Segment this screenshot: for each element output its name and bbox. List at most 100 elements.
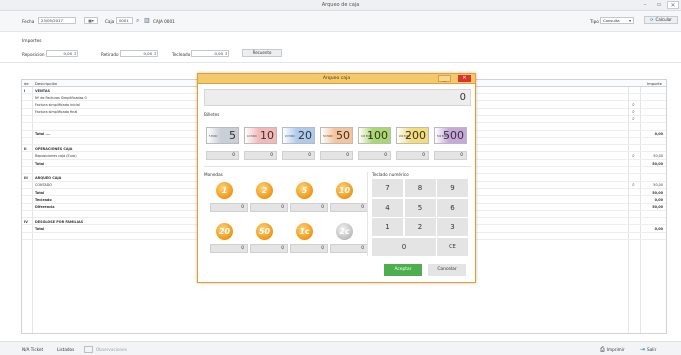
bill-50-button[interactable]: 50 EURO 50 <box>320 127 353 144</box>
bill-10-button[interactable]: 10 EURO 10 <box>244 127 277 144</box>
bill-count-field[interactable]: 0 <box>282 151 315 160</box>
coin-count-field[interactable]: 0 <box>330 203 368 212</box>
tipo-select[interactable]: Consulta ▾ <box>600 17 634 24</box>
calendar-dropdown[interactable]: ▦▾ <box>84 17 98 24</box>
key-7-button[interactable]: 7 <box>372 179 403 197</box>
bill-caption: 50 EURO <box>323 135 333 138</box>
coin-1-button[interactable]: 1 <box>216 182 233 199</box>
row-description: Tecleado <box>35 198 52 202</box>
key-1-button[interactable]: 1 <box>372 218 403 236</box>
bill-count-field[interactable]: 0 <box>434 151 467 160</box>
row-description: Factura simplificada inicial <box>35 103 80 108</box>
bill-count-field[interactable]: 0 <box>320 151 353 160</box>
row-description: Total <box>35 227 45 232</box>
close-icon[interactable]: ✕ <box>667 1 679 9</box>
search-icon[interactable]: ⌕ <box>632 109 635 115</box>
bill-200-button[interactable]: 200 EURO 200 <box>396 127 429 144</box>
delete-icon[interactable]: ▥ <box>144 17 150 24</box>
chevron-down-icon: ▾ <box>629 18 631 23</box>
key-0-button[interactable]: 0 <box>372 237 436 256</box>
bill-caption: 20 EURO <box>285 135 295 138</box>
bill-count-field[interactable]: 0 <box>244 151 277 160</box>
col-header-n: de <box>24 81 29 86</box>
printer-icon: ⎙ <box>600 346 605 353</box>
dialog-close-icon[interactable]: ✕ <box>458 75 471 82</box>
row-importe: 0,00 <box>654 132 663 137</box>
bill-500-button[interactable]: 500 EURO 500 <box>434 127 467 144</box>
listados-button[interactable]: Listados <box>57 345 74 354</box>
key-5-button[interactable]: 5 <box>404 198 436 217</box>
key-9-button[interactable]: 9 <box>437 179 468 197</box>
coin-50-button[interactable]: 50 <box>256 223 273 240</box>
reposicion-field[interactable]: 0,00 <box>46 50 78 57</box>
row-description: Total <box>35 161 45 166</box>
row-importe: 50,00 <box>652 190 663 195</box>
bill-count-field[interactable]: 0 <box>206 151 239 160</box>
coin-10-button[interactable]: 10 <box>336 182 353 199</box>
tipo-select-value: Consulta <box>603 18 620 23</box>
dialog-title: Arqueo caja <box>322 76 351 81</box>
coin-count-field[interactable]: 0 <box>290 203 328 212</box>
row-number: IV <box>24 219 28 224</box>
bill-20-button[interactable]: 20 EURO 20 <box>282 127 315 144</box>
search-icon[interactable]: ⌕ <box>632 182 635 188</box>
coin-2-button[interactable]: 2 <box>256 182 273 199</box>
aceptar-button[interactable]: Aceptar <box>384 264 422 276</box>
coin-2c-button[interactable]: 2c <box>336 223 353 240</box>
search-icon[interactable]: ⌕ <box>632 102 635 108</box>
ticket-button[interactable]: N/A Ticket <box>22 345 43 354</box>
key-ce-button[interactable]: CE <box>437 237 468 256</box>
row-description: Diferencia <box>35 205 55 210</box>
coin-count-field[interactable]: 0 <box>250 244 288 253</box>
search-icon[interactable]: ⌕ <box>136 17 139 24</box>
calcular-button[interactable]: ⟳ Calcular <box>644 16 678 24</box>
key-4-button[interactable]: 4 <box>372 198 403 217</box>
salir-button[interactable]: ⇥ Salir <box>640 345 656 354</box>
imprimir-button[interactable]: ⎙ Imprimir <box>600 345 625 354</box>
caja-field[interactable]: 0001 <box>116 17 133 24</box>
key-2-button[interactable]: 2 <box>404 218 436 236</box>
coin-20-button[interactable]: 20 <box>216 223 233 240</box>
coin-1c-button[interactable]: 1c <box>296 223 313 240</box>
tecleado-field[interactable]: 0,00 <box>191 50 229 57</box>
key-8-button[interactable]: 8 <box>404 179 436 197</box>
fecha-field[interactable]: 23/05/2017 <box>38 17 76 24</box>
coin-count-field[interactable]: 0 <box>330 244 368 253</box>
minimize-icon[interactable]: – <box>639 1 651 9</box>
section-divider <box>204 166 471 167</box>
key-3-button[interactable]: 3 <box>437 218 468 236</box>
billetes-label: Billetes <box>204 112 220 117</box>
key-6-button[interactable]: 6 <box>437 198 468 217</box>
search-icon[interactable]: ⌕ <box>632 153 635 159</box>
row-number: II <box>24 146 27 151</box>
bill-value: 200 <box>405 129 426 142</box>
search-icon[interactable]: ⌕ <box>632 116 635 122</box>
cancelar-button[interactable]: Cancelar <box>428 264 466 276</box>
observaciones-button[interactable]: Observaciones <box>84 345 127 354</box>
coin-5-button[interactable]: 5 <box>296 182 313 199</box>
coin-count-field[interactable]: 0 <box>210 244 248 253</box>
bill-value: 20 <box>298 129 312 142</box>
retirado-field[interactable]: 0,00 <box>120 50 158 57</box>
row-importe: 50,00 <box>652 205 663 210</box>
coin-count-field[interactable]: 0 <box>250 203 288 212</box>
bill-count-field[interactable]: 0 <box>358 151 391 160</box>
coin-count-field[interactable]: 0 <box>210 203 248 212</box>
dialog-minimize-icon[interactable]: _ <box>438 75 451 82</box>
bill-value: 10 <box>260 129 274 142</box>
coin-count-field[interactable]: 0 <box>290 244 328 253</box>
row-description: CONTADO <box>35 183 52 188</box>
bill-count-field[interactable]: 0 <box>396 151 429 160</box>
bill-5-button[interactable]: 5 EURO 5 <box>206 127 239 144</box>
row-description: ARQUEO CAJA <box>35 176 62 181</box>
maximize-icon[interactable]: ▫ <box>653 1 665 9</box>
tecleado-label: Tecleado <box>172 52 191 57</box>
observaciones-label: Observaciones <box>96 347 127 352</box>
row-importe: 50,00 <box>653 183 663 188</box>
fecha-label: Fecha <box>22 19 35 24</box>
row-description: Reposiciones caja (Euro) <box>35 154 77 159</box>
recuento-button[interactable]: Recuento <box>242 49 282 57</box>
window-title: Arqueo de caja <box>321 2 360 8</box>
row-number: III <box>24 176 28 181</box>
bill-100-button[interactable]: 100 EURO 100 <box>358 127 391 144</box>
